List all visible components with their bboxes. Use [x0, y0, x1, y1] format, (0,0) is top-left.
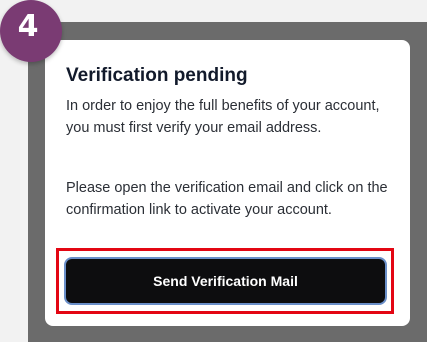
- dialog-title: Verification pending: [66, 65, 248, 86]
- highlight-outline: [56, 248, 394, 314]
- dialog-message-benefits: In order to enjoy the full benefits of y…: [66, 98, 380, 136]
- step-number-badge: 4: [0, 0, 62, 62]
- dialog-message-instructions: Please open the verification email and c…: [66, 180, 388, 218]
- step-number: 4: [17, 9, 39, 44]
